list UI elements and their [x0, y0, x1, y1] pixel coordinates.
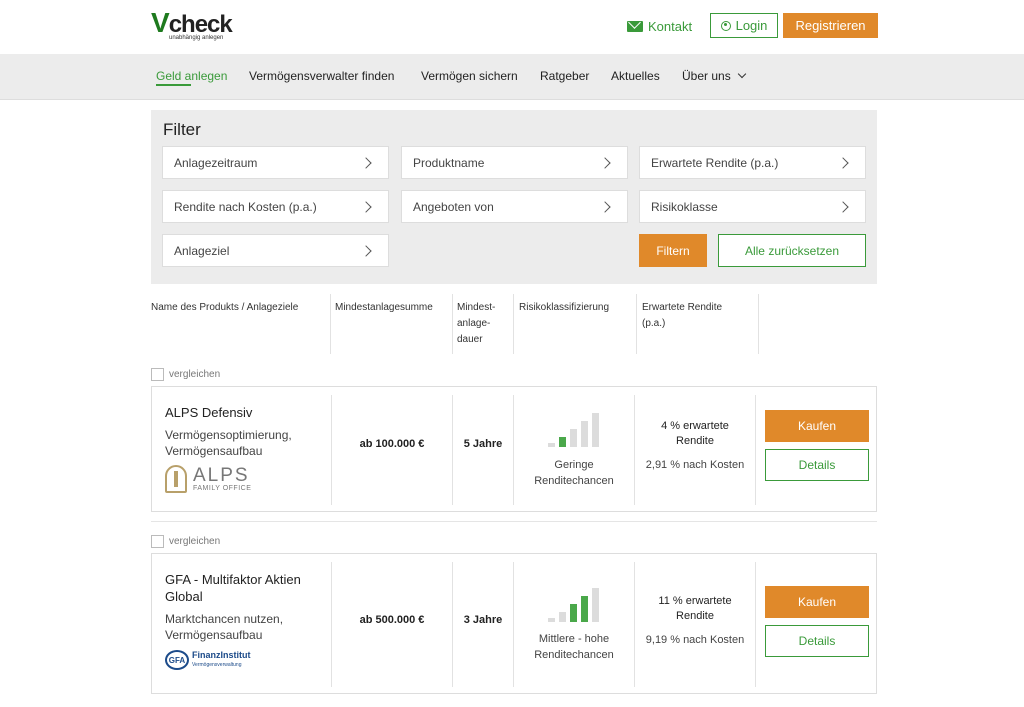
- filter-anlageziel[interactable]: Anlageziel: [162, 234, 389, 267]
- filter-title: Filter: [163, 120, 201, 139]
- chevron-right-icon: [837, 157, 849, 169]
- expected-return: 4 % erwartete Rendite: [661, 420, 729, 447]
- risk-bar: [581, 421, 588, 447]
- column-divider: [330, 294, 331, 354]
- risk-bars: [548, 411, 602, 447]
- column-header-name: Name des Produkts / Anlageziele: [151, 302, 299, 313]
- nav-vermoegensverwalter-finden[interactable]: Vermögensverwalter finden: [249, 69, 394, 83]
- filter-angeboten-von[interactable]: Angeboten von: [401, 190, 628, 223]
- chevron-right-icon: [599, 201, 611, 213]
- main-nav: Geld anlegen Vermögensverwalter finden V…: [0, 54, 1024, 100]
- column-divider: [452, 294, 453, 354]
- chevron-right-icon: [360, 201, 372, 213]
- user-icon: [720, 20, 731, 31]
- chevron-right-icon: [360, 245, 372, 257]
- alps-family-office-logo: ALPS FAMILY OFFICE: [165, 464, 251, 494]
- risk-bars: [548, 586, 602, 622]
- risk-bar: [559, 437, 566, 447]
- divider: [151, 521, 877, 522]
- min-sum: ab 100.000 €: [359, 438, 425, 450]
- details-button[interactable]: Details: [765, 449, 869, 481]
- product-goal: Marktchancen nutzen, Vermögensaufbau: [165, 612, 284, 642]
- filter-erwartete-rendite[interactable]: Erwartete Rendite (p.a.): [639, 146, 866, 179]
- compare-checkbox[interactable]: [151, 368, 164, 381]
- column-divider: [758, 294, 759, 354]
- risk-bar: [592, 413, 599, 447]
- compare-checkbox-row[interactable]: vergleichen: [151, 535, 220, 548]
- risk-bar: [570, 429, 577, 447]
- nav-ueber-uns[interactable]: Über uns: [682, 69, 746, 83]
- risk-label: Geringe Renditechancen: [534, 459, 614, 487]
- product-goal: Vermögensoptimierung, Vermögensaufbau: [165, 428, 292, 458]
- nav-vermoegen-sichern[interactable]: Vermögen sichern: [421, 69, 518, 83]
- mail-icon: [627, 20, 643, 32]
- product-name[interactable]: GFA - Multifaktor Aktien Global: [165, 571, 330, 605]
- risk-label: Mittlere - hohe Renditechancen: [534, 633, 614, 661]
- filter-panel: Filter Anlagezeitraum Produktname Erwart…: [151, 110, 877, 284]
- filter-anlagezeitraum[interactable]: Anlagezeitraum: [162, 146, 389, 179]
- gfa-finanzinstitut-logo: GFA FinanzInstitut Vermögensverwaltung: [165, 650, 251, 670]
- column-divider: [636, 294, 637, 354]
- expected-return: 11 % erwartete Rendite: [658, 595, 732, 622]
- kontakt-link[interactable]: Kontakt: [627, 16, 692, 36]
- compare-checkbox-row[interactable]: vergleichen: [151, 368, 220, 381]
- product-card: GFA - Multifaktor Aktien Global Marktcha…: [151, 553, 877, 694]
- chevron-right-icon: [360, 157, 372, 169]
- vcheck-logo[interactable]: Vcheck unabhängig anlegen: [151, 9, 241, 43]
- product-card: ALPS Defensiv Vermögensoptimierung, Verm…: [151, 386, 877, 512]
- filter-produktname[interactable]: Produktname: [401, 146, 628, 179]
- column-header-return: Erwartete Rendite (p.a.): [642, 302, 723, 329]
- filter-rendite-nach-kosten[interactable]: Rendite nach Kosten (p.a.): [162, 190, 389, 223]
- chevron-down-icon: [737, 69, 746, 79]
- nav-aktuelles[interactable]: Aktuelles: [611, 69, 660, 83]
- min-sum: ab 500.000 €: [359, 614, 425, 626]
- risk-bar: [548, 443, 555, 447]
- min-duration: 3 Jahre: [463, 614, 503, 626]
- login-button[interactable]: Login: [710, 13, 778, 38]
- details-button[interactable]: Details: [765, 625, 869, 657]
- product-name[interactable]: ALPS Defensiv: [165, 404, 330, 421]
- risk-bar: [592, 588, 599, 622]
- column-header-risk: Risikoklassifizierung: [519, 302, 610, 313]
- chevron-right-icon: [837, 201, 849, 213]
- min-duration: 5 Jahre: [463, 438, 503, 450]
- chevron-right-icon: [599, 157, 611, 169]
- column-header-min-sum: Mindestanlagesumme: [335, 302, 433, 313]
- filter-risikoklasse[interactable]: Risikoklasse: [639, 190, 866, 223]
- column-divider: [513, 294, 514, 354]
- risk-bar: [559, 612, 566, 622]
- buy-button[interactable]: Kaufen: [765, 586, 869, 618]
- logo-tagline: unabhängig anlegen: [169, 35, 224, 41]
- return-after-cost: 9,19 % nach Kosten: [645, 634, 745, 646]
- nav-geld-anlegen[interactable]: Geld anlegen: [156, 69, 227, 83]
- risk-bar: [570, 604, 577, 622]
- filter-reset-button[interactable]: Alle zurücksetzen: [718, 234, 866, 267]
- site-header: Vcheck unabhängig anlegen Kontakt Login …: [0, 0, 1024, 54]
- return-after-cost: 2,91 % nach Kosten: [645, 459, 745, 471]
- filter-submit-button[interactable]: Filtern: [639, 234, 707, 267]
- register-button[interactable]: Registrieren: [783, 13, 878, 38]
- buy-button[interactable]: Kaufen: [765, 410, 869, 442]
- nav-active-indicator: [156, 84, 191, 86]
- compare-checkbox[interactable]: [151, 535, 164, 548]
- risk-bar: [548, 618, 555, 622]
- risk-bar: [581, 596, 588, 622]
- column-header-min-duration: Mindest- anlage- dauer: [457, 302, 496, 345]
- nav-ratgeber[interactable]: Ratgeber: [540, 69, 589, 83]
